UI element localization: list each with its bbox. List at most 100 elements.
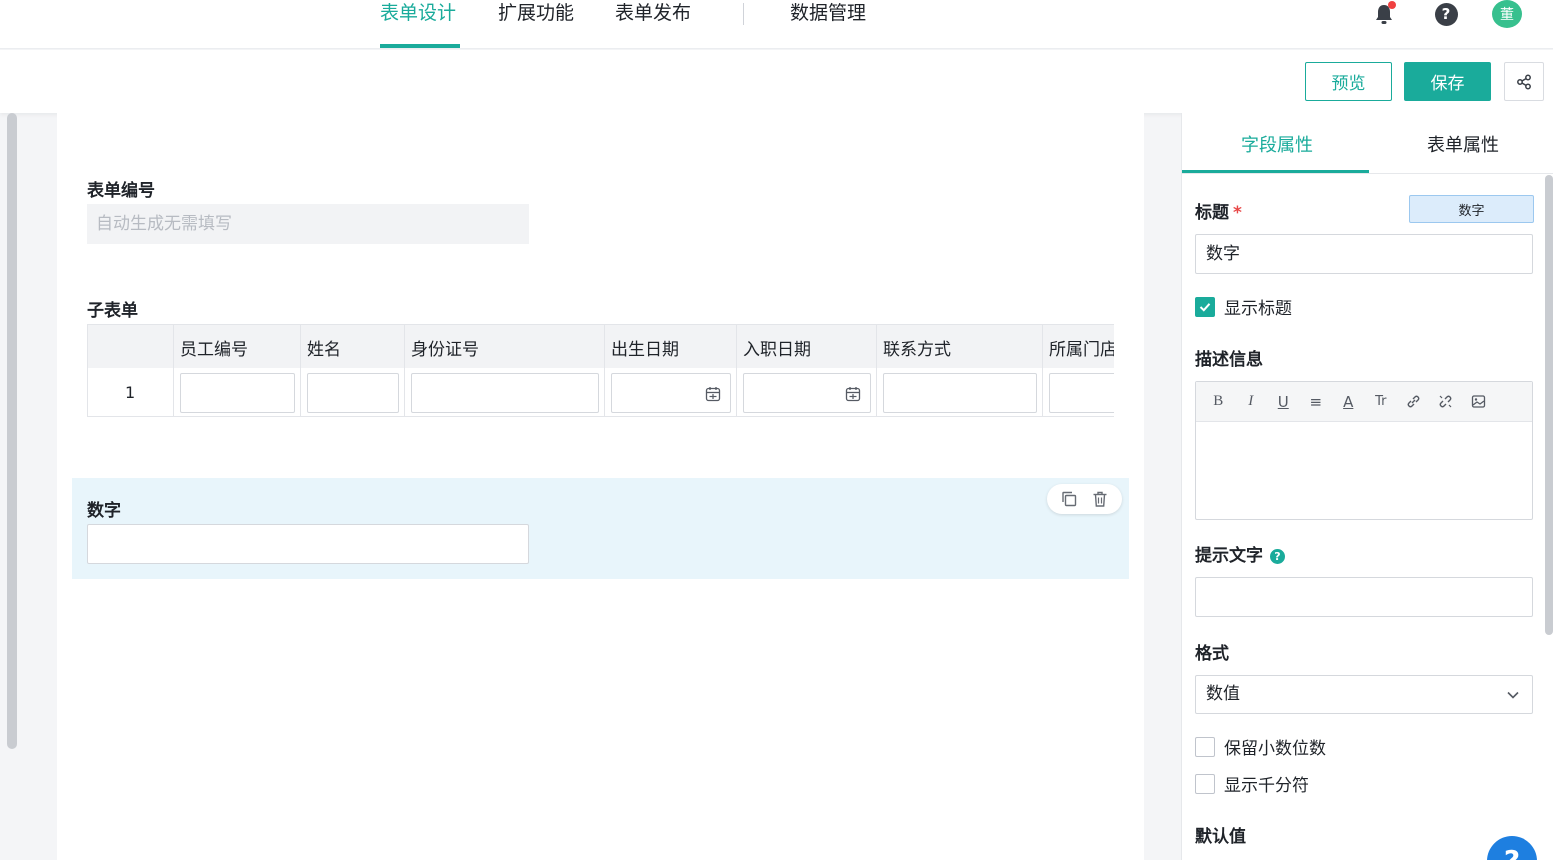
top-nav-bar: 表单设计 扩展功能 表单发布 数据管理 ? 董 [0, 0, 1553, 49]
subtable-label: 子表单 [87, 301, 138, 321]
column-header: 身份证号 [411, 340, 479, 360]
subtable-col-store: 所属门店 [1042, 325, 1114, 416]
tab-form-properties[interactable]: 表单属性 [1427, 131, 1499, 157]
canvas-scrollbar[interactable] [7, 113, 17, 749]
hint-text-input[interactable] [1195, 577, 1533, 617]
editor-toolbar: B I U ≡ A Tr [1196, 382, 1532, 422]
italic-icon[interactable]: I [1235, 387, 1268, 417]
property-panel: 字段属性 表单属性 标题 * 数字 数字 显示标题 描述信息 B I U ≡ A … [1181, 113, 1553, 860]
font-size-icon[interactable]: Tr [1365, 387, 1398, 417]
format-select-value: 数值 [1206, 684, 1240, 704]
keep-decimal-checkbox[interactable]: 保留小数位数 [1195, 734, 1326, 759]
tab-extensions-label: 扩展功能 [498, 2, 575, 24]
action-toolbar: 预览 保存 [0, 50, 1553, 113]
link-icon-svg [1407, 395, 1420, 408]
image-icon-svg [1471, 395, 1485, 408]
show-title-check-box[interactable] [1195, 296, 1215, 317]
default-value-label: 默认值 [1195, 827, 1246, 847]
column-header: 入职日期 [743, 340, 811, 360]
link-icon[interactable] [1397, 387, 1430, 417]
underline-icon[interactable]: U [1267, 387, 1300, 417]
panel-tab-border [1182, 173, 1553, 174]
show-title-checkbox[interactable]: 显示标题 [1195, 294, 1292, 319]
birth-date-picker[interactable] [611, 373, 731, 413]
field-action-group [1047, 484, 1122, 514]
align-icon[interactable]: ≡ [1300, 387, 1333, 417]
name-cell-input[interactable] [307, 373, 399, 413]
number-field-label: 数字 [87, 501, 121, 521]
column-header: 联系方式 [883, 340, 951, 360]
title-property-label: 标题 * [1195, 198, 1242, 223]
hint-text-label-text: 提示文字 [1195, 546, 1263, 566]
panel-scrollbar[interactable] [1545, 175, 1553, 635]
store-cell-input[interactable] [1049, 373, 1114, 413]
tab-form-design-label: 表单设计 [380, 2, 457, 24]
employee-id-cell-input[interactable] [180, 373, 295, 413]
copy-icon[interactable] [1060, 490, 1078, 508]
column-header: 姓名 [307, 340, 341, 360]
nav-divider [743, 3, 744, 25]
column-header: 所属门店 [1049, 340, 1114, 360]
notification-dot [1388, 1, 1396, 9]
tab-form-publish[interactable]: 表单发布 [615, 0, 691, 48]
field-type-badge: 数字 [1409, 195, 1534, 223]
preview-button[interactable]: 预览 [1305, 62, 1392, 101]
subtable-col-name: 姓名 [300, 325, 404, 416]
required-mark: * [1233, 203, 1242, 223]
keep-decimal-label: 保留小数位数 [1224, 739, 1326, 759]
bold-icon[interactable]: B [1202, 387, 1235, 417]
image-icon[interactable] [1462, 387, 1495, 417]
title-label-text: 标题 [1195, 203, 1229, 223]
chevron-down-icon [1507, 691, 1519, 699]
save-button[interactable]: 保存 [1404, 62, 1491, 101]
title-input[interactable]: 数字 [1195, 234, 1533, 274]
tab-extensions[interactable]: 扩展功能 [498, 0, 574, 48]
contact-cell-input[interactable] [883, 373, 1037, 413]
thousand-separator-label: 显示千分符 [1224, 776, 1309, 796]
trash-icon[interactable] [1091, 490, 1109, 508]
number-field-input[interactable] [87, 524, 529, 564]
avatar[interactable]: 董 [1492, 0, 1522, 28]
hint-text-label: 提示文字? [1195, 541, 1285, 566]
panel-active-tab-underline [1182, 170, 1369, 173]
subtable-col-contact: 联系方式 [876, 325, 1042, 416]
font-color-icon[interactable]: A [1332, 387, 1365, 417]
selected-number-field[interactable]: 数字 [72, 478, 1129, 579]
format-label: 格式 [1195, 644, 1229, 664]
tab-form-publish-label: 表单发布 [615, 2, 692, 24]
unlink-icon[interactable] [1430, 387, 1463, 417]
checkmark-icon [1199, 302, 1211, 312]
subtable-col-birth-date: 出生日期 [604, 325, 736, 416]
hire-date-picker[interactable] [743, 373, 871, 413]
subtable-grid: 1 员工编号 姓名 身份证号 出生日期 入职日期 联系方式 所属门店 [87, 324, 1114, 417]
help-icon-circle: ? [1434, 2, 1458, 26]
subtable-col-id-number: 身份证号 [404, 325, 604, 416]
question-icon[interactable]: ? [1270, 548, 1285, 564]
thousand-separator-checkbox[interactable]: 显示千分符 [1195, 771, 1309, 796]
help-icon[interactable]: ? [1433, 1, 1459, 27]
share-icon [1517, 74, 1531, 89]
id-number-cell-input[interactable] [411, 373, 599, 413]
share-button[interactable] [1504, 62, 1544, 101]
subtable-col-hire-date: 入职日期 [736, 325, 876, 416]
tab-data-management[interactable]: 数据管理 [790, 0, 866, 48]
show-title-label: 显示标题 [1224, 299, 1292, 319]
subtable-col-employee-id: 员工编号 [173, 325, 300, 416]
tab-field-properties[interactable]: 字段属性 [1241, 131, 1313, 157]
form-canvas: 表单编号 自动生成无需填写 子表单 1 员工编号 姓名 身份证号 出生日期 入职… [57, 113, 1144, 860]
form-code-label: 表单编号 [87, 181, 155, 201]
calendar-icon [705, 387, 721, 402]
column-header: 员工编号 [180, 340, 248, 360]
active-tab-underline [380, 44, 460, 48]
format-select[interactable]: 数值 [1195, 675, 1533, 714]
tab-form-design[interactable]: 表单设计 [380, 0, 460, 48]
description-label: 描述信息 [1195, 350, 1263, 370]
form-code-input: 自动生成无需填写 [87, 204, 529, 244]
subtable-row-index: 1 [125, 383, 136, 402]
tab-data-management-label: 数据管理 [790, 2, 867, 24]
column-header: 出生日期 [611, 340, 679, 360]
bell-icon[interactable] [1371, 1, 1397, 27]
thousand-separator-check-box[interactable] [1195, 773, 1215, 794]
rich-text-editor: B I U ≡ A Tr [1195, 381, 1533, 520]
keep-decimal-check-box[interactable] [1195, 736, 1215, 757]
